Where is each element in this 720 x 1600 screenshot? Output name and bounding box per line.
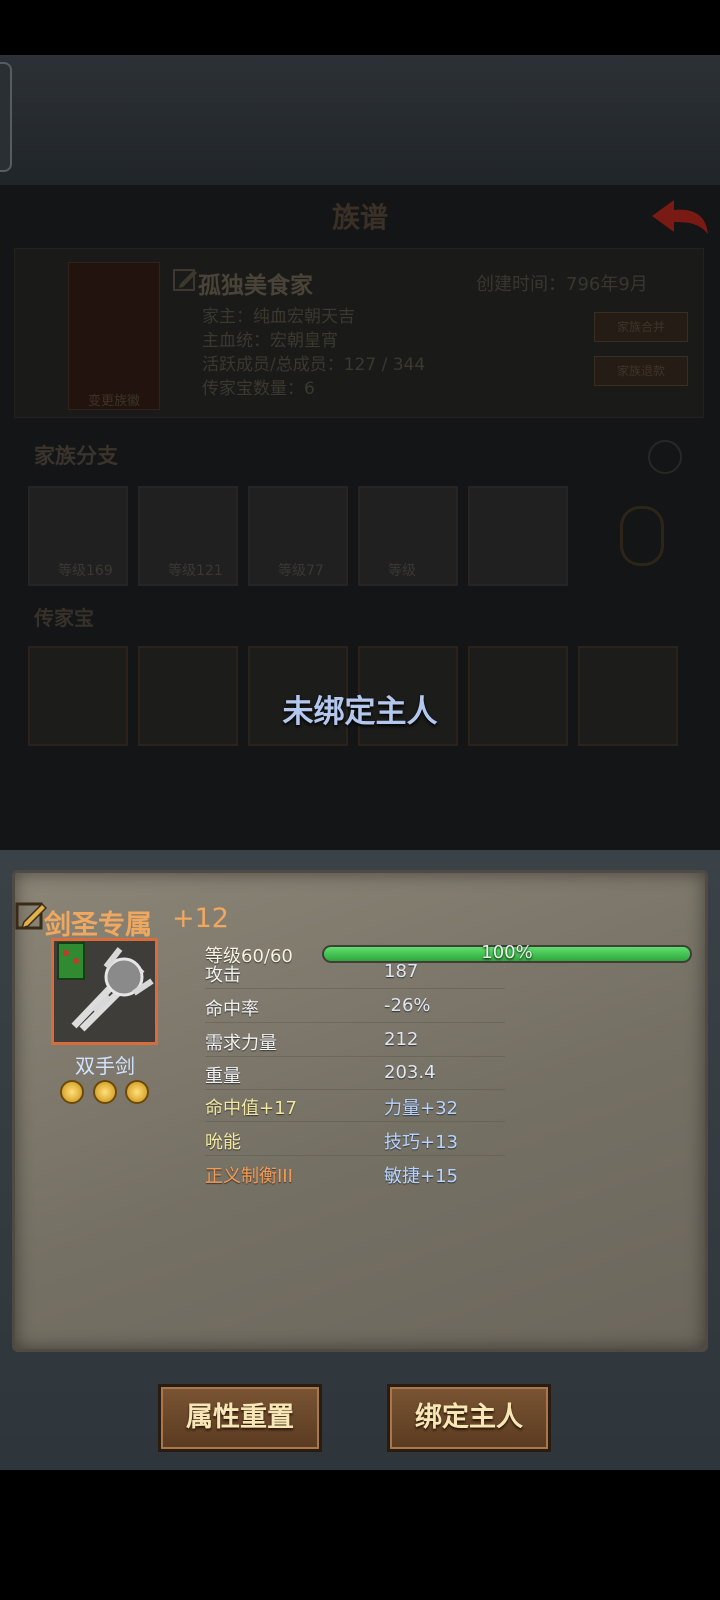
attribute-bonus: 技巧+13 [384,1132,458,1153]
clan-info-line: 主血统：宏朝皇宵 [202,331,338,351]
row-divider [205,1089,505,1090]
attribute-bonus: 力量+32 [384,1098,458,1119]
stat-label: 重量 [205,1066,241,1087]
quality-gem-icon [125,1080,149,1104]
branch-member-portrait[interactable]: 等级77 [248,486,348,586]
stat-value: 212 [384,1029,419,1050]
quality-gem-icon [60,1080,84,1104]
member-level: 等级 [388,563,416,579]
member-level: 等级121 [168,563,223,579]
clan-name: 孤独美食家 [198,273,313,299]
bind-owner-button[interactable]: 绑定主人 [387,1384,551,1452]
weapon-enhance-level: +12 [172,903,229,934]
help-icon[interactable] [648,440,682,474]
clan-info-line: 传家宝数量：6 [202,379,315,399]
stat-value: -26% [384,995,431,1016]
quality-gem-icon [93,1080,117,1104]
special-skill-label[interactable]: 正义制衡III [205,1162,293,1188]
row-divider [205,1155,505,1156]
stat-value: 187 [384,961,419,982]
reset-attributes-button[interactable]: 属性重置 [158,1384,322,1452]
two-handed-sword-icon [54,941,155,1042]
row-divider [205,1022,505,1023]
stat-value: 203.4 [384,1062,436,1083]
edit-icon[interactable] [172,266,198,292]
weapon-name: 剑圣专属 [44,910,152,941]
bonus-label: 命中值+17 [205,1098,297,1119]
clan-info-line: 活跃成员/总成员：127 / 344 [202,355,426,375]
clan-emblem[interactable] [68,262,160,410]
created-date: 创建时间：796年9月 [476,274,648,295]
stat-label: 需求力量 [205,1033,277,1054]
branch-empty-slot[interactable] [468,486,568,586]
member-level: 等级169 [58,563,113,579]
side-tab[interactable] [0,62,12,172]
stat-label: 命中率 [205,999,259,1020]
branch-member-portrait[interactable]: 等级121 [138,486,238,586]
weapon-icon-frame [51,938,158,1045]
clan-title: 族谱 [331,201,388,234]
member-level: 等级77 [278,563,324,579]
top-background [0,55,720,185]
branch-member-portrait[interactable]: 等级 [358,486,458,586]
clan-refund-button[interactable]: 家族退款 [594,356,688,386]
attribute-bonus: 敏捷+15 [384,1166,458,1187]
unbound-owner-text: 未绑定主人 [282,694,438,730]
branch-title: 家族分支 [34,444,118,468]
emblem-label: 变更族徽 [87,394,140,409]
clan-info-line: 家主：纯血宏朝天吉 [202,307,355,327]
weapon-type: 双手剑 [75,1054,135,1078]
rename-icon[interactable] [14,898,48,932]
branch-member-portrait[interactable]: 等级169 [28,486,128,586]
row-divider [205,1056,505,1057]
skill-label[interactable]: 吮能 [205,1128,241,1154]
row-divider [205,1121,505,1122]
back-arrow-icon[interactable] [648,194,712,238]
clan-merge-button[interactable]: 家族合并 [594,312,688,342]
level-progress-text: 100% [481,942,533,963]
stat-label: 攻击 [205,965,241,986]
heirloom-title: 传家宝 [34,606,94,630]
row-divider [205,988,505,989]
lock-icon [620,506,664,566]
bottom-background [0,1470,720,1600]
